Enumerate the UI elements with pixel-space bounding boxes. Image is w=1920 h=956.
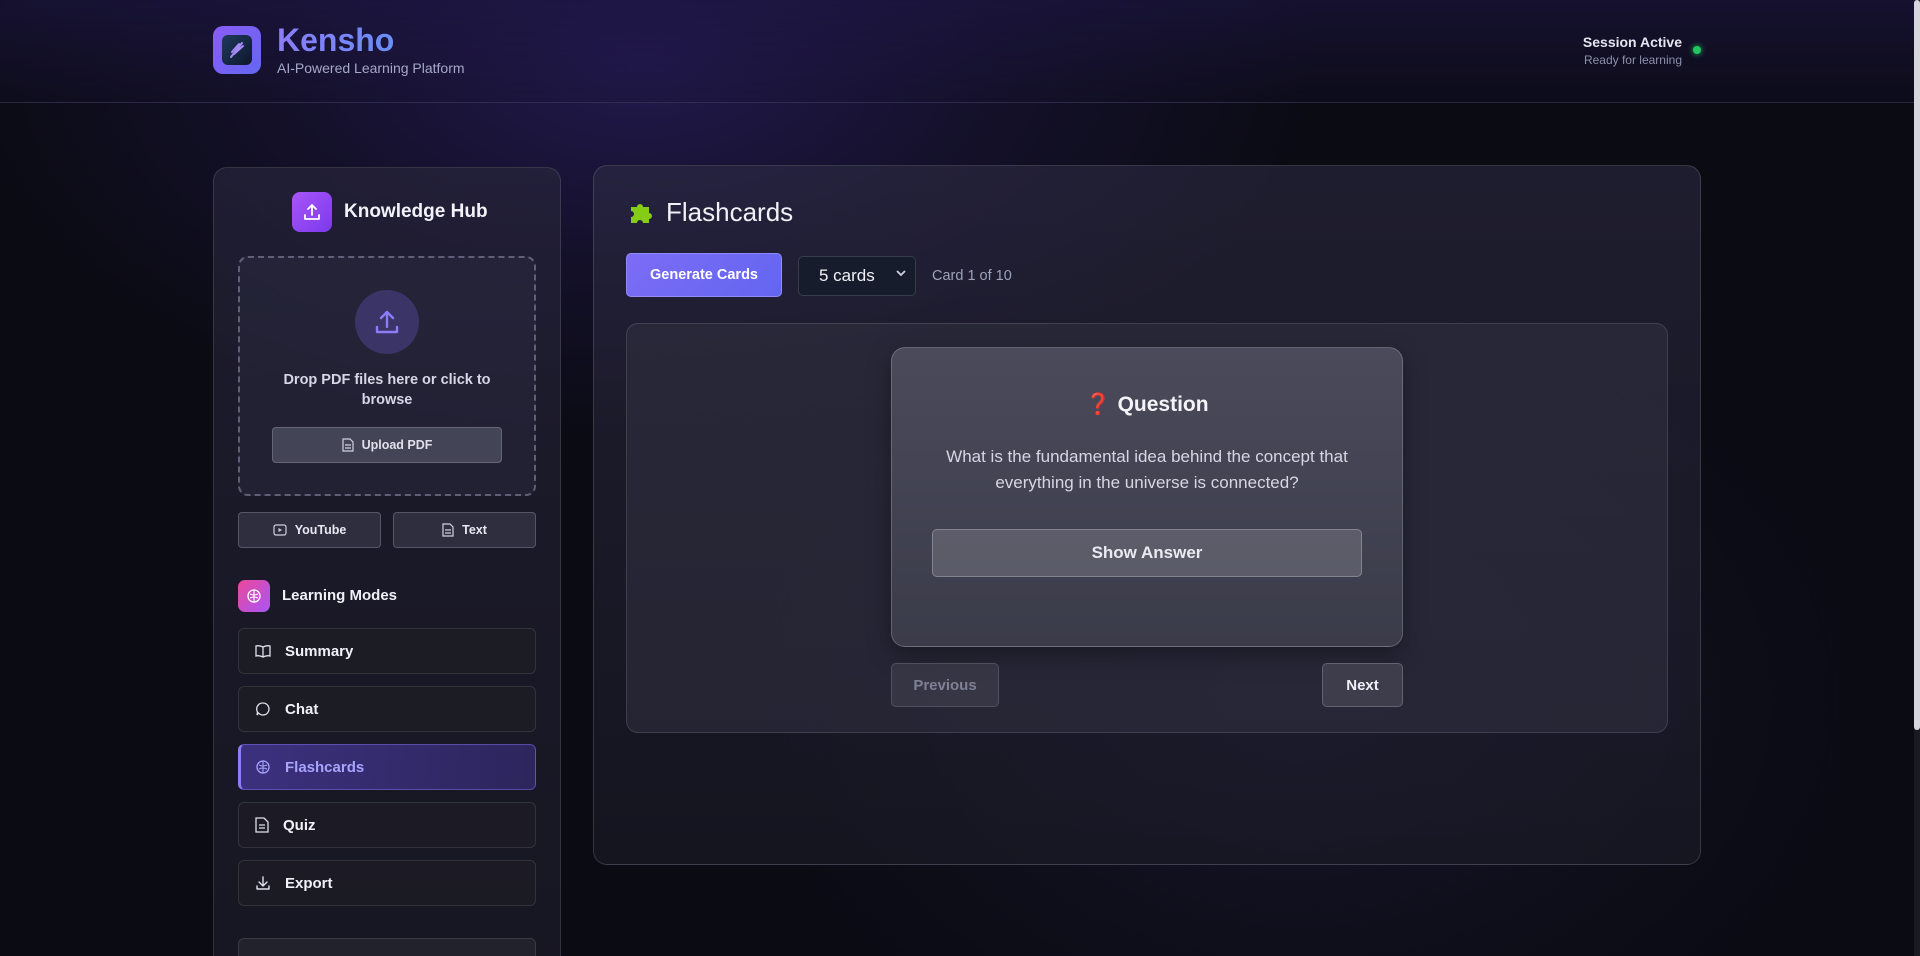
mode-label: Flashcards bbox=[285, 758, 365, 776]
card-heading: ❓ Question bbox=[891, 393, 1403, 417]
upload-pdf-label: Upload PDF bbox=[361, 438, 433, 452]
document-icon bbox=[341, 438, 354, 452]
upload-icon bbox=[292, 192, 332, 232]
mode-label: Chat bbox=[285, 700, 319, 718]
learning-modes-title: Learning Modes bbox=[282, 587, 398, 604]
mode-chat[interactable]: Chat bbox=[238, 686, 536, 732]
youtube-source-button[interactable]: YouTube bbox=[238, 512, 381, 548]
knowledge-hub-title: Knowledge Hub bbox=[344, 201, 488, 222]
show-answer-button[interactable]: Show Answer bbox=[932, 529, 1362, 577]
brain-icon bbox=[238, 580, 270, 612]
dropzone-instructions: Drop PDF files here or click to browse bbox=[283, 372, 491, 408]
upload-pdf-button[interactable]: Upload PDF bbox=[272, 427, 502, 463]
session-status-title: Session Active bbox=[1582, 34, 1682, 50]
panel-title: Flashcards bbox=[666, 197, 794, 227]
chevron-down-icon bbox=[895, 267, 907, 279]
previous-button[interactable]: Previous bbox=[891, 663, 999, 707]
text-source-button[interactable]: Text bbox=[393, 512, 536, 548]
generate-cards-button[interactable]: Generate Cards bbox=[626, 253, 782, 297]
puzzle-icon bbox=[628, 199, 654, 225]
document-icon bbox=[442, 523, 454, 537]
session-status-subtitle: Ready for learning bbox=[1583, 53, 1682, 67]
mode-summary[interactable]: Summary bbox=[238, 628, 536, 674]
app-name: Kensho bbox=[277, 22, 395, 58]
card-question: What is the fundamental idea behind the … bbox=[946, 447, 1348, 492]
next-button[interactable]: Next bbox=[1322, 663, 1403, 707]
youtube-icon bbox=[273, 524, 287, 536]
sidebar-next-item[interactable] bbox=[238, 938, 536, 956]
status-dot-icon bbox=[1693, 46, 1701, 54]
text-label: Text bbox=[462, 523, 487, 537]
mode-label: Export bbox=[285, 874, 333, 892]
app-tagline: AI-Powered Learning Platform bbox=[277, 60, 465, 76]
app-logo[interactable] bbox=[213, 26, 261, 74]
mode-label: Quiz bbox=[283, 816, 316, 834]
card-heading-label: Question bbox=[1117, 393, 1209, 416]
upload-arrow-icon bbox=[355, 290, 419, 354]
scrollbar-thumb[interactable] bbox=[1914, 0, 1920, 730]
mode-export[interactable]: Export bbox=[238, 860, 536, 906]
mode-flashcards[interactable]: Flashcards bbox=[238, 744, 536, 790]
flashcard[interactable] bbox=[891, 347, 1403, 647]
document-icon bbox=[255, 817, 269, 833]
brain-icon bbox=[255, 759, 271, 775]
mode-label: Summary bbox=[285, 642, 354, 660]
mode-quiz[interactable]: Quiz bbox=[238, 802, 536, 848]
book-icon bbox=[255, 644, 271, 658]
youtube-label: YouTube bbox=[294, 523, 347, 537]
chat-bubble-icon bbox=[255, 701, 271, 717]
feather-icon bbox=[222, 35, 252, 65]
card-position: Card 1 of 10 bbox=[932, 268, 1012, 284]
card-count-select[interactable]: 5 cards bbox=[798, 256, 916, 296]
download-icon bbox=[255, 875, 271, 891]
question-mark-icon: ❓ bbox=[1085, 393, 1112, 416]
card-count-value: 5 cards bbox=[819, 266, 875, 285]
